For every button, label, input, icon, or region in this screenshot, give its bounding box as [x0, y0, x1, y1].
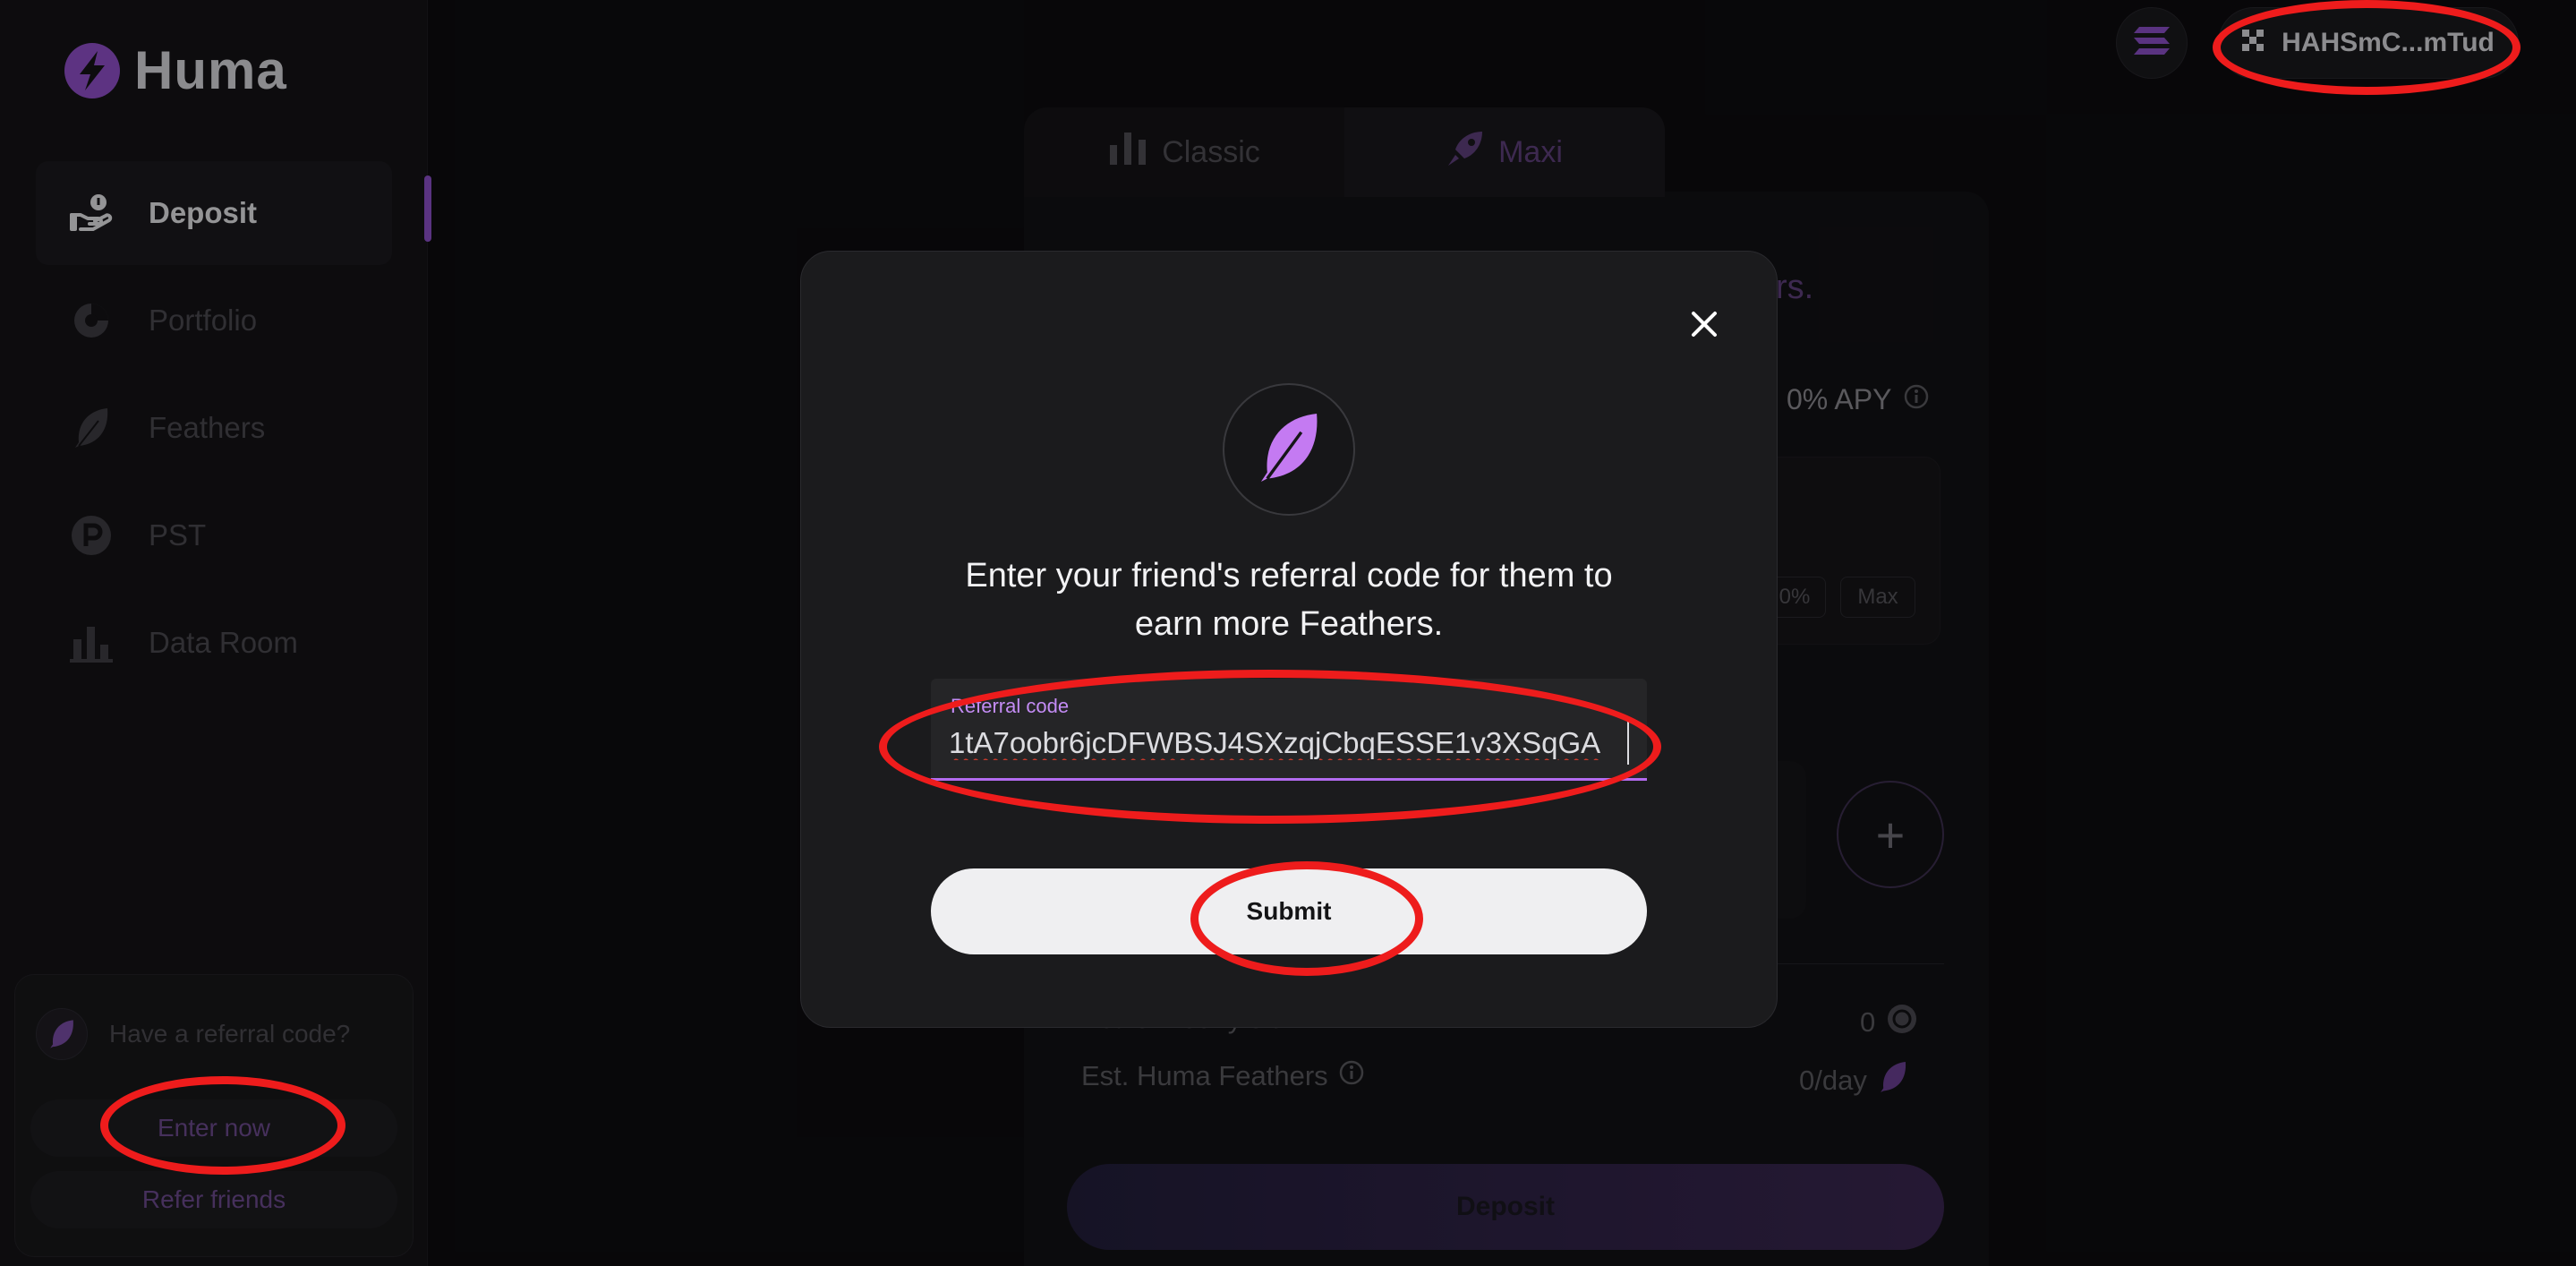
modal-close-button[interactable] [1679, 301, 1729, 351]
close-icon [1690, 310, 1719, 343]
annotation-ellipse-enter-now [100, 1076, 345, 1175]
annotation-ellipse-input [879, 670, 1661, 824]
feather-icon [1255, 410, 1323, 490]
modal-message: Enter your friend's referral code for th… [965, 557, 1613, 643]
annotation-ellipse-wallet [2213, 0, 2521, 95]
annotation-ellipse-submit [1190, 861, 1423, 976]
modal-feather-badge [1223, 383, 1355, 516]
